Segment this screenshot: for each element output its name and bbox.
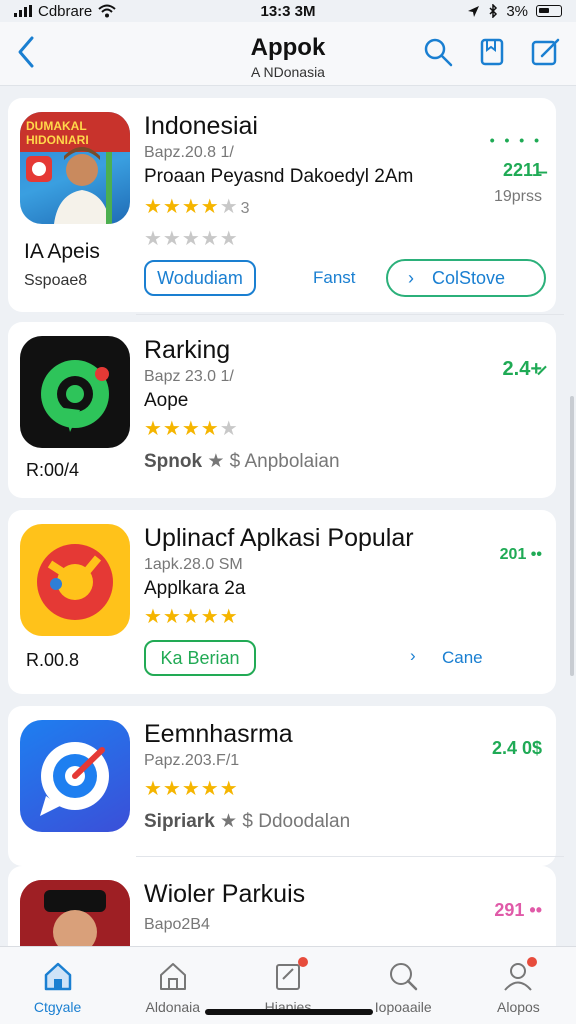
tab-label: Alopos (497, 999, 540, 1015)
bluetooth-icon (489, 4, 498, 18)
house-outline-icon (159, 963, 186, 990)
app-card-wioler[interactable]: Wioler Parkuis Bapo2B4 291 •• (8, 866, 556, 946)
rating-stars-secondary: ★★★★★ (144, 228, 239, 250)
collect-button[interactable]: › ColStove (386, 259, 546, 297)
tab-label: Aldonaia (145, 999, 201, 1015)
app-list: DUMAKAL HIDONIARI Indonesiai Bapz.20.8 1… (0, 96, 576, 946)
category-line: Sipriark ★ $ Ddoodalan (144, 811, 351, 832)
battery-icon (536, 5, 562, 17)
tab-label: Iopoaaile (374, 999, 432, 1015)
divider (136, 856, 564, 857)
rating-stars: ★★★★★ (144, 418, 239, 440)
rating-stars: ★★★★★ 3 (144, 196, 251, 218)
price-value: 2.4 0$ (491, 738, 542, 758)
price-sub: 19prss (493, 188, 542, 205)
app-name: Indonesiai (144, 112, 258, 140)
wifi-icon (98, 4, 116, 18)
app-card-indonesiai[interactable]: DUMAKAL HIDONIARI Indonesiai Bapz.20.8 1… (8, 98, 556, 312)
app-version: Papz.203.F/1 (144, 752, 240, 769)
app-version: 1apk.28.0 SM (144, 556, 243, 573)
price-dots: • • • • (489, 132, 542, 148)
search-icon (390, 963, 418, 991)
app-icon-wioler (20, 880, 130, 946)
price-value: 2.4+̷ (502, 358, 542, 380)
app-version: Bapo2B4 (144, 916, 210, 933)
carrier-name: Cdbrare (38, 2, 93, 20)
price-value: 2211̶ (502, 160, 542, 180)
side-label: IA Apeis (24, 240, 100, 263)
bookmark-icon[interactable] (476, 36, 508, 68)
status-bar: Cdbrare 13:3 3M 3% (0, 0, 576, 22)
app-icon-eemnhasrma (20, 720, 130, 832)
tab-home[interactable]: Ctgyale (0, 947, 115, 1024)
app-name: Wioler Parkuis (144, 880, 306, 908)
app-name: Rarking (144, 336, 231, 364)
ka-berian-button[interactable]: Ka Berian (144, 640, 256, 676)
app-card-popular[interactable]: Uplinacf Aplkasi Popular 1apk.28.0 SM Ap… (8, 510, 556, 694)
price-value: 291 •• (494, 900, 542, 920)
home-indicator (205, 1009, 373, 1015)
home-icon (44, 962, 71, 991)
signal-icon (14, 5, 32, 17)
battery-percent: 3% (506, 2, 528, 20)
price-value: 201 •• (499, 546, 542, 563)
rating-stars: ★★★★★ (144, 606, 239, 628)
location-icon (468, 5, 480, 17)
collect-button-label: ColStove (432, 267, 506, 288)
chevron-right-icon[interactable]: › (410, 646, 416, 666)
tab-label: Ctgyale (33, 999, 82, 1015)
side-sub: Sspoae8 (24, 272, 88, 289)
carrier-group: Cdbrare (14, 3, 116, 20)
icon-text-line2: HIDONIARI (26, 133, 89, 147)
side-label: R:00/4 (26, 460, 80, 480)
icon-text-line1: DUMAKAL (26, 119, 87, 133)
divider (136, 314, 564, 315)
scrollbar[interactable] (570, 396, 574, 676)
app-name: Eemnhasrma (144, 720, 293, 748)
app-name: Uplinacf Aplkasi Popular (144, 524, 414, 552)
rating-stars: ★★★★★ (144, 778, 239, 800)
nav-bar: Appok A NDonasia (0, 22, 576, 86)
app-subtitle: Applkara 2a (144, 578, 246, 599)
app-icon-indonesiai: DUMAKAL HIDONIARI (20, 112, 130, 224)
app-card-eemnhasrma[interactable]: Eemnhasrma Papz.203.F/1 ★★★★★ 2.4 0$ Sip… (8, 706, 556, 866)
app-card-rarking[interactable]: Rarking Bapz 23.0 1/ Aope ★★★★★ 2.4+̷ Sp… (8, 322, 556, 498)
chevron-right-icon: › (408, 267, 414, 288)
tab-profile[interactable]: Alopos (461, 947, 576, 1024)
compose-icon[interactable] (530, 36, 562, 68)
app-version: Bapz 23.0 1/ (144, 368, 234, 385)
side-label: R.00.8 (26, 650, 80, 670)
app-icon-popular (20, 524, 130, 636)
category-line: Spnok ★ $ Anpbolaian (144, 451, 340, 472)
link-fanst[interactable]: Fanst (313, 268, 356, 288)
notification-badge (526, 957, 537, 967)
app-subtitle: Aope (144, 390, 189, 411)
download-button[interactable]: Wodudiam (144, 260, 256, 296)
app-icon-rarking (20, 336, 130, 448)
link-cane[interactable]: Cane (442, 648, 483, 668)
search-icon[interactable] (422, 36, 454, 68)
app-version: Bapz.20.8 1/ (144, 144, 234, 161)
notification-badge (298, 957, 309, 967)
app-subtitle: Proaan Peyasnd Dakoedyl 2Am (144, 166, 414, 187)
